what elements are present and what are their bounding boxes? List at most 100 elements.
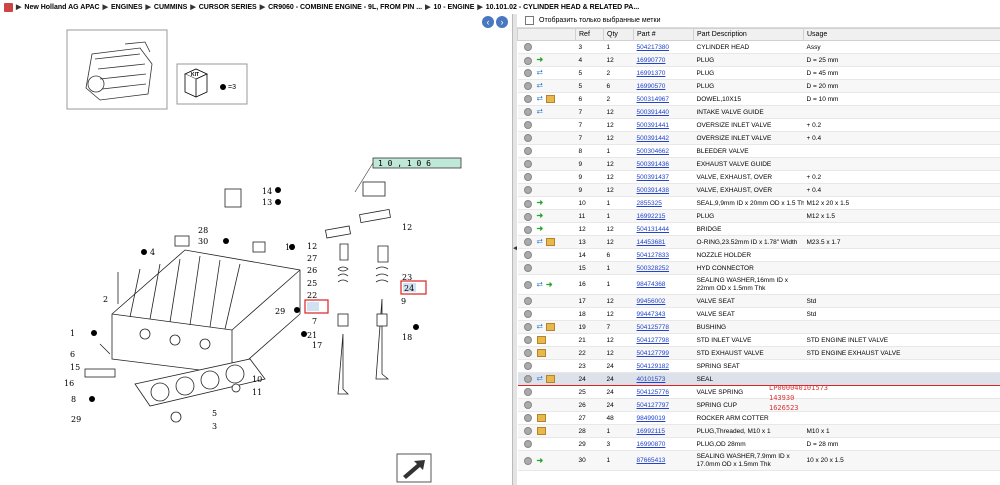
table-row[interactable]: ⮂ 7 12 500391440 INTAKE VALVE GUIDE (517, 105, 1000, 119)
part-number-link[interactable]: 500391442 (637, 135, 670, 142)
replace-arrow-icon[interactable]: ➜ (537, 55, 544, 64)
table-row[interactable]: 7 12 500391442 OVERSIZE INLET VALVE + 0.4 (517, 131, 1000, 145)
add-circle-icon[interactable] (523, 310, 532, 318)
engine-thumbnail[interactable] (66, 29, 168, 110)
part-number-link[interactable]: 87665413 (637, 457, 666, 464)
table-row[interactable]: 23 24 504129182 SPRING SEAT (517, 359, 1000, 373)
table-row[interactable]: ⮂ 19 7 504125778 BUSHING (517, 320, 1000, 334)
add-circle-icon[interactable] (523, 108, 532, 117)
part-number-link[interactable]: 504125776 (637, 389, 670, 396)
add-circle-icon[interactable] (523, 349, 532, 357)
part-number-link[interactable]: 40101573 (637, 376, 666, 383)
breadcrumb-item[interactable]: 10 - ENGINE (434, 4, 475, 11)
home-icon[interactable] (4, 2, 13, 12)
part-number-link[interactable]: 504217380 (637, 44, 670, 51)
part-number-link[interactable]: 2855325 (637, 200, 662, 207)
add-circle-icon[interactable] (523, 336, 532, 344)
breadcrumb-item[interactable]: ENGINES (111, 4, 143, 11)
swap-icon[interactable]: ⮂ (537, 68, 543, 77)
swap-icon[interactable]: ⮂ (537, 107, 543, 116)
swap-icon[interactable]: ⮂ (537, 237, 543, 246)
forward-icon[interactable]: › (496, 16, 508, 28)
table-row[interactable]: 9 12 500391436 EXHAUST VALVE GUIDE (517, 157, 1000, 171)
table-row[interactable]: 14 6 504127833 NOZZLE HOLDER (517, 248, 1000, 262)
table-row[interactable]: 8 1 500304662 BLEEDER VALVE (517, 144, 1000, 158)
table-row[interactable]: 25 24 504125776 VALVE SPRING (517, 385, 1000, 399)
kit-box-icon[interactable] (536, 349, 546, 357)
add-circle-icon[interactable] (523, 134, 532, 142)
table-row[interactable]: 26 24 504127797 SPRING CUP (517, 398, 1000, 412)
part-number-link[interactable]: 504131444 (637, 226, 670, 233)
table-row[interactable]: ➜ 4 12 16990770 PLUG D = 25 mm (517, 53, 1000, 67)
breadcrumb-item[interactable]: CR9060 - COMBINE ENGINE - 9L, FROM PIN .… (268, 4, 422, 11)
part-number-link[interactable]: 500328252 (637, 265, 670, 272)
kit-box-icon[interactable] (545, 323, 555, 332)
back-icon[interactable]: ‹ (482, 16, 494, 28)
add-circle-icon[interactable] (523, 212, 532, 221)
table-row[interactable]: ➜ 11 1 16992215 PLUG M12 x 1.5 (517, 209, 1000, 223)
kit-box-icon[interactable] (545, 375, 555, 384)
breadcrumb-item[interactable]: 10.101.02 - CYLINDER HEAD & RELATED PA..… (486, 4, 639, 11)
add-circle-icon[interactable] (523, 56, 532, 65)
replace-arrow-icon[interactable]: ➜ (546, 280, 553, 289)
diagram-pane[interactable]: ‹ › KIT =3 1 0 , 1 0 6 14 13 28 30 4 2 2… (0, 14, 512, 485)
part-number-link[interactable]: 16992115 (637, 428, 665, 435)
part-number-link[interactable]: 504129182 (637, 363, 670, 370)
table-row[interactable]: 3 1 504217380 CYLINDER HEAD Assy (517, 40, 1000, 54)
replace-arrow-icon[interactable]: ➜ (537, 211, 544, 220)
add-circle-icon[interactable] (523, 238, 532, 247)
part-number-link[interactable]: 504127797 (637, 402, 670, 409)
col-ref[interactable]: Ref (575, 28, 604, 41)
kit-box-icon[interactable] (536, 427, 546, 435)
add-circle-icon[interactable] (523, 147, 532, 155)
part-number-link[interactable]: 14453681 (637, 239, 666, 246)
part-number-link[interactable]: 500391441 (637, 122, 670, 129)
part-number-link[interactable]: 500391440 (637, 109, 670, 116)
table-row[interactable]: 27 48 98499019 ROCKER ARM COTTER (517, 411, 1000, 425)
col-qty[interactable]: Qty (603, 28, 634, 41)
add-circle-icon[interactable] (523, 186, 532, 194)
add-circle-icon[interactable] (523, 264, 532, 272)
table-row[interactable]: ➜ 10 1 2855325 SEAL,9,9mm ID x 20mm OD x 1.5… (517, 196, 1000, 210)
add-circle-icon[interactable] (523, 323, 532, 332)
add-circle-icon[interactable] (523, 388, 532, 396)
replace-arrow-icon[interactable]: ➜ (537, 224, 544, 233)
table-row[interactable]: 18 12 99447343 VALVE SEAT Std (517, 307, 1000, 321)
add-circle-icon[interactable] (523, 375, 532, 384)
part-number-link[interactable]: 98474368 (637, 281, 666, 288)
add-circle-icon[interactable] (523, 69, 532, 78)
add-circle-icon[interactable] (523, 280, 532, 289)
kit-box-icon[interactable] (536, 414, 546, 422)
add-circle-icon[interactable] (523, 457, 532, 466)
add-circle-icon[interactable] (523, 225, 532, 234)
kit-box-icon[interactable] (536, 336, 546, 344)
part-number-link[interactable]: 99447343 (637, 311, 666, 318)
part-number-link[interactable]: 504127799 (637, 350, 670, 357)
add-circle-icon[interactable] (523, 427, 532, 435)
table-row[interactable]: 29 3 16990870 PLUG,OD 28mm D = 28 mm (517, 437, 1000, 451)
part-number-link[interactable]: 504127798 (637, 337, 670, 344)
part-number-link[interactable]: 500391438 (637, 187, 670, 194)
add-circle-icon[interactable] (523, 121, 532, 129)
breadcrumb-item[interactable]: CUMMINS (154, 4, 187, 11)
show-selected-checkbox[interactable] (525, 16, 534, 25)
col-desc[interactable]: Part Description (693, 28, 804, 41)
add-circle-icon[interactable] (523, 414, 532, 422)
add-circle-icon[interactable] (523, 95, 532, 104)
part-number-link[interactable]: 16990770 (637, 57, 666, 64)
replace-arrow-icon[interactable]: ➜ (537, 198, 544, 207)
part-number-link[interactable]: 98499019 (637, 415, 666, 422)
part-number-link[interactable]: 500391437 (637, 174, 670, 181)
swap-icon[interactable]: ⮂ (537, 322, 543, 331)
add-circle-icon[interactable] (523, 43, 532, 51)
breadcrumb-item[interactable]: New Holland AG APAC (24, 4, 99, 11)
part-number-link[interactable]: 16990870 (637, 441, 666, 448)
table-row[interactable]: ⮂ 24 24 40101573 SEAL (517, 372, 1000, 386)
swap-icon[interactable]: ⮂ (537, 94, 543, 103)
swap-icon[interactable]: ⮂ (537, 374, 543, 383)
add-circle-icon[interactable] (523, 82, 532, 91)
part-number-link[interactable]: 504127833 (637, 252, 670, 259)
swap-icon[interactable]: ⮂ (537, 280, 543, 289)
table-row[interactable]: ⮂ 5 6 16990570 PLUG D = 20 mm (517, 79, 1000, 93)
table-row[interactable]: ➜ 30 1 87665413 SEALING WASHER,7.9mm ID x 17… (517, 450, 1000, 471)
